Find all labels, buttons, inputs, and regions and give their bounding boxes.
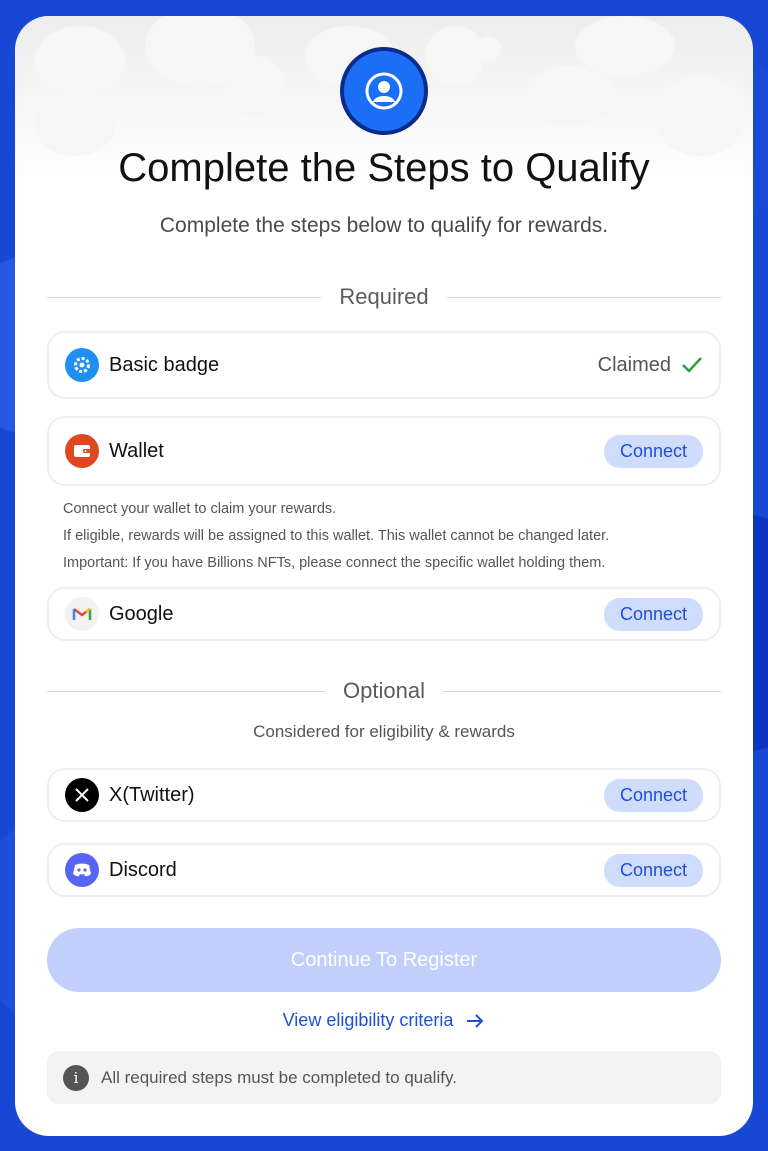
required-label: Required: [339, 284, 429, 309]
required-divider: Required: [47, 282, 721, 312]
info-text: All required steps must be completed to …: [101, 1067, 457, 1087]
step-name: X(Twitter): [109, 783, 195, 806]
wallet-note: Important: If you have Billions NFTs, pl…: [63, 555, 606, 571]
step-wallet: Wallet Connect: [47, 416, 721, 486]
step-name: Basic badge: [109, 353, 220, 376]
check-icon: [682, 357, 702, 373]
page-subtitle: Complete the steps below to qualify for …: [159, 214, 609, 237]
step-name: Wallet: [109, 439, 164, 462]
connect-wallet-button[interactable]: Connect: [603, 434, 703, 468]
page-title: Complete the Steps to Qualify: [118, 146, 650, 190]
user-icon: [365, 72, 403, 110]
criteria-label: View eligibility criteria: [282, 1010, 454, 1030]
x-logo-icon: [65, 778, 99, 812]
connect-google-button[interactable]: Connect: [603, 597, 703, 631]
optional-divider: Optional: [47, 676, 722, 706]
connect-discord-button[interactable]: Connect: [603, 853, 703, 887]
claimed-label: Claimed: [597, 353, 671, 376]
wallet-notes: Connect your wallet to claim your reward…: [63, 496, 703, 577]
step-basic-badge: Basic badge Claimed: [47, 331, 721, 399]
connect-twitter-button[interactable]: Connect: [603, 778, 703, 812]
wallet-icon: [65, 434, 99, 468]
discord-icon: [65, 853, 99, 887]
gmail-icon: [65, 597, 99, 631]
arrow-right-icon: [467, 1013, 484, 1028]
badge-gear-icon: [65, 348, 99, 382]
eligibility-criteria-link[interactable]: View eligibility criteria: [15, 1010, 753, 1031]
info-icon: i: [63, 1064, 89, 1091]
claimed-status: Claimed: [598, 354, 703, 377]
step-discord: Discord Connect: [47, 843, 721, 897]
step-name: Google: [109, 602, 174, 625]
profile-avatar: [340, 47, 428, 135]
continue-register-button[interactable]: Continue To Register: [47, 928, 721, 992]
qualify-card: Complete the Steps to Qualify Complete t…: [15, 16, 753, 1136]
info-notice: i All required steps must be completed t…: [47, 1051, 721, 1104]
step-name: Discord: [109, 858, 177, 881]
optional-label: Optional: [343, 678, 425, 703]
step-twitter: X(Twitter) Connect: [47, 768, 721, 822]
step-google: Google Connect: [47, 587, 721, 641]
optional-note: Considered for eligibility & rewards: [253, 722, 515, 741]
wallet-note: If eligible, rewards will be assigned to…: [63, 528, 610, 544]
wallet-note: Connect your wallet to claim your reward…: [63, 501, 337, 517]
